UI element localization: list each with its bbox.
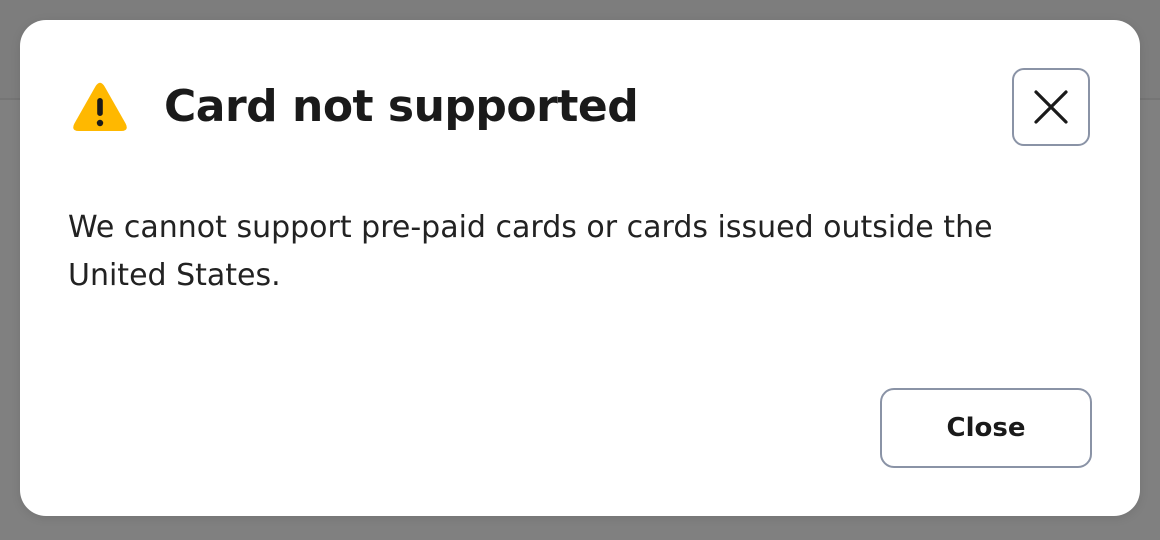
close-button[interactable]: Close (880, 388, 1092, 468)
dialog-title: Card not supported (164, 81, 639, 132)
close-x-button[interactable] (1012, 68, 1090, 146)
dialog-message: We cannot support pre-paid cards or card… (68, 210, 993, 293)
close-icon (1034, 90, 1068, 124)
card-not-supported-dialog: Card not supported We cannot support pre… (20, 20, 1140, 516)
warning-icon (73, 82, 127, 131)
